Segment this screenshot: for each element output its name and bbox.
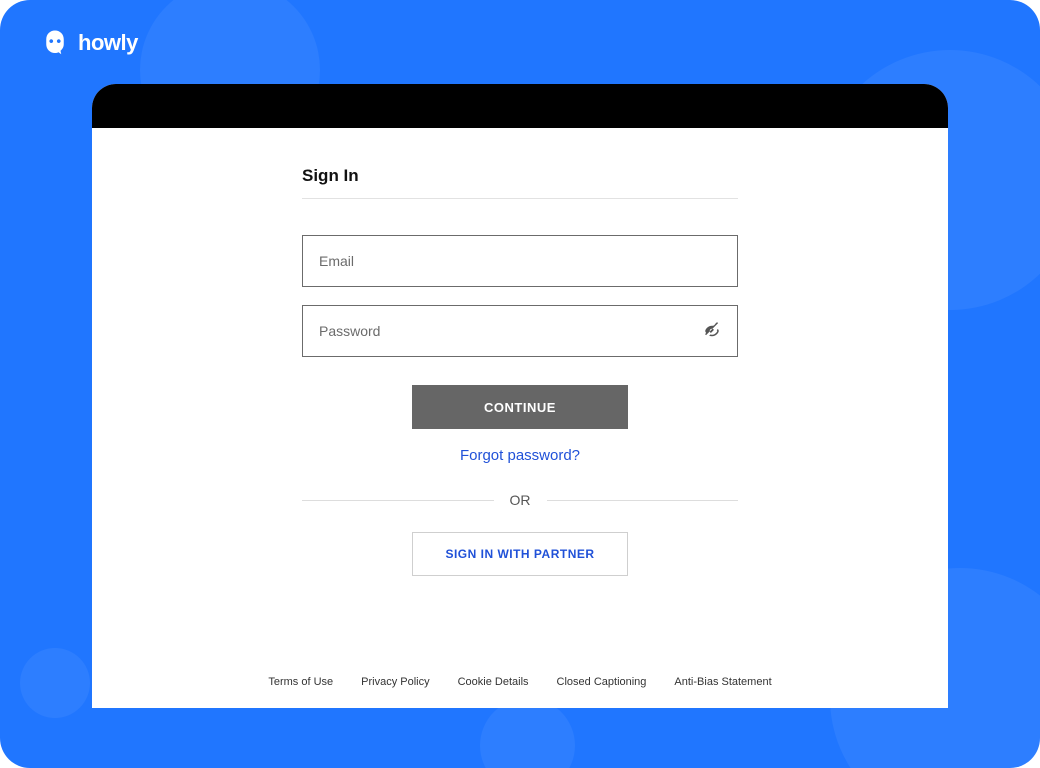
footer-link-cookie[interactable]: Cookie Details [458,676,529,688]
decorative-circle [20,648,90,718]
page-title: Sign In [302,166,738,199]
decorative-circle [480,698,575,768]
password-field-wrapper [302,305,738,357]
divider: OR [302,492,738,508]
divider-line [547,500,739,501]
partner-signin-button[interactable]: SIGN IN WITH PARTNER [412,532,628,576]
divider-line [302,500,494,501]
owl-icon [40,28,70,58]
divider-label: OR [510,492,531,508]
email-field-wrapper [302,235,738,287]
signin-content: Sign In CONTINUE Forgot password? OR SIG… [92,128,948,576]
signin-window: Sign In CONTINUE Forgot password? OR SIG… [92,84,948,708]
forgot-password-link[interactable]: Forgot password? [302,447,738,464]
eye-off-icon[interactable] [703,322,721,340]
password-field[interactable] [319,323,721,339]
brand-logo: howly [40,28,138,58]
footer-links: Terms of Use Privacy Policy Cookie Detai… [92,676,948,688]
email-field[interactable] [319,253,721,269]
footer-link-privacy[interactable]: Privacy Policy [361,676,429,688]
window-titlebar [92,84,948,128]
brand-name: howly [78,30,138,56]
continue-button[interactable]: CONTINUE [412,385,628,429]
footer-link-terms[interactable]: Terms of Use [268,676,333,688]
footer-link-antibias[interactable]: Anti-Bias Statement [674,676,771,688]
outer-frame: howly Sign In CONTINUE Forgot password? … [0,0,1040,768]
footer-link-captioning[interactable]: Closed Captioning [557,676,647,688]
